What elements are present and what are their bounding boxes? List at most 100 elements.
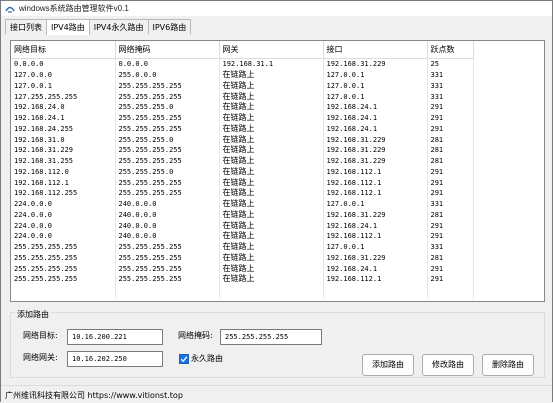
tab-interface-list[interactable]: 接口列表 bbox=[5, 19, 47, 34]
cell-netmask: 0.0.0.0 bbox=[115, 58, 220, 70]
table-row[interactable]: 0.0.0.0 0.0.0.0 192.168.31.1 192.168.31.229… bbox=[11, 58, 474, 70]
tab-ipv4-permanent-routes[interactable]: IPV4永久路由 bbox=[88, 19, 149, 34]
table-row[interactable]: 192.168.31.0 255.255.255.0 在链路上 192.168.31.… bbox=[11, 134, 474, 145]
cell-interface: 192.168.31.229 bbox=[323, 209, 428, 221]
add-route-button[interactable]: 添加路由 bbox=[362, 354, 414, 376]
tab-ipv4-routes[interactable]: IPV4路由 bbox=[46, 19, 90, 35]
cell-interface: 192.168.112.1 bbox=[323, 231, 428, 242]
cell-interface: 192.168.31.229 bbox=[323, 155, 428, 167]
column-header-gateway[interactable]: 网关 bbox=[219, 41, 324, 59]
table-row[interactable]: 255.255.255.255 255.255.255.255 在链路上 192.16… bbox=[11, 274, 474, 285]
table-row[interactable]: 192.168.112.0 255.255.255.0 在链路上 192.168.11… bbox=[11, 166, 474, 178]
table-row[interactable]: 192.168.24.0 255.255.255.0 在链路上 192.168.24.… bbox=[11, 102, 474, 113]
app-icon bbox=[5, 6, 15, 13]
column-header-metric[interactable]: 跃点数 bbox=[427, 41, 474, 59]
table-row[interactable]: 192.168.31.229 255.255.255.255 在链路上 192.168… bbox=[11, 145, 474, 156]
target-label: 网络目标: bbox=[23, 331, 58, 340]
table-row[interactable]: 224.0.0.0 240.0.0.0 在链路上 127.0.0.1 331 bbox=[11, 198, 474, 210]
cell-network-target: 255.255.255.255 bbox=[11, 274, 116, 285]
cell-metric: 281 bbox=[427, 145, 474, 156]
table-row[interactable]: 255.255.255.255 255.255.255.255 在链路上 192.16… bbox=[11, 263, 474, 274]
cell-network-target: 255.255.255.255 bbox=[11, 241, 116, 253]
permanent-route-label[interactable]: 永久路由 bbox=[191, 354, 223, 364]
cell-network-target: 224.0.0.0 bbox=[11, 198, 116, 210]
gateway-label: 网络网关: bbox=[23, 353, 58, 362]
cell-gateway: 在链路上 bbox=[219, 252, 324, 264]
empty-cell bbox=[219, 284, 324, 299]
column-header-network-target[interactable]: 网络目标 bbox=[11, 41, 116, 59]
cell-metric: 291 bbox=[427, 274, 474, 285]
cell-netmask: 255.255.255.0 bbox=[115, 102, 220, 113]
cell-network-target: 192.168.24.0 bbox=[11, 102, 116, 113]
title-bar[interactable]: windows系统路由管理软件v0.1 bbox=[1, 1, 552, 16]
table-row[interactable]: 127.255.255.255 255.255.255.255 在链路上 127.0.… bbox=[11, 91, 474, 102]
table-row[interactable]: 255.255.255.255 255.255.255.255 在链路上 127.0.… bbox=[11, 241, 474, 253]
cell-metric: 291 bbox=[427, 177, 474, 188]
cell-network-target: 192.168.31.0 bbox=[11, 134, 116, 145]
cell-gateway: 在链路上 bbox=[219, 231, 324, 242]
table-row[interactable]: 255.255.255.255 255.255.255.255 在链路上 192.16… bbox=[11, 252, 474, 264]
target-input[interactable]: 10.16.200.221 bbox=[67, 329, 163, 345]
cell-metric: 281 bbox=[427, 209, 474, 221]
cell-interface: 192.168.24.1 bbox=[323, 102, 428, 113]
permanent-route-checkbox[interactable] bbox=[179, 354, 189, 364]
cell-gateway: 在链路上 bbox=[219, 177, 324, 188]
cell-interface: 127.0.0.1 bbox=[323, 241, 428, 253]
cell-netmask: 255.255.255.255 bbox=[115, 241, 220, 253]
table-row[interactable]: 224.0.0.0 240.0.0.0 在链路上 192.168.31.229 281 bbox=[11, 209, 474, 221]
cell-interface: 127.0.0.1 bbox=[323, 80, 428, 92]
delete-route-button[interactable]: 删除路由 bbox=[482, 354, 534, 376]
cell-network-target: 192.168.24.1 bbox=[11, 112, 116, 124]
cell-network-target: 224.0.0.0 bbox=[11, 231, 116, 242]
empty-cell bbox=[323, 284, 428, 299]
cell-interface: 192.168.31.229 bbox=[323, 252, 428, 264]
cell-network-target: 127.0.0.1 bbox=[11, 80, 116, 92]
table-row[interactable]: 127.0.0.0 255.0.0.0 在链路上 127.0.0.1 331 bbox=[11, 69, 474, 81]
cell-netmask: 255.255.255.255 bbox=[115, 177, 220, 188]
cell-gateway: 在链路上 bbox=[219, 80, 324, 92]
table-row[interactable]: 192.168.112.255 255.255.255.255 在链路上 192.16… bbox=[11, 188, 474, 199]
cell-netmask: 240.0.0.0 bbox=[115, 209, 220, 221]
cell-network-target: 224.0.0.0 bbox=[11, 209, 116, 221]
cell-interface: 192.168.24.1 bbox=[323, 263, 428, 274]
cell-netmask: 255.255.255.255 bbox=[115, 188, 220, 199]
cell-gateway: 在链路上 bbox=[219, 112, 324, 124]
cell-netmask: 255.255.255.255 bbox=[115, 274, 220, 285]
cell-network-target: 192.168.31.255 bbox=[11, 155, 116, 167]
cell-netmask: 240.0.0.0 bbox=[115, 231, 220, 242]
empty-cell bbox=[427, 284, 474, 299]
empty-cell bbox=[115, 284, 220, 299]
route-table-view[interactable]: 网络目标 网络掩码 网关 接口 跃点数 0.0.0.0 0.0.0.0 192.16… bbox=[10, 40, 545, 302]
column-header-interface[interactable]: 接口 bbox=[323, 41, 428, 59]
modify-route-button[interactable]: 修改路由 bbox=[422, 354, 474, 376]
cell-interface: 192.168.24.1 bbox=[323, 112, 428, 124]
mask-input[interactable]: 255.255.255.255 bbox=[220, 329, 322, 345]
cell-metric: 331 bbox=[427, 91, 474, 102]
column-header-netmask[interactable]: 网络掩码 bbox=[115, 41, 220, 59]
cell-gateway: 在链路上 bbox=[219, 123, 324, 135]
cell-netmask: 255.255.255.255 bbox=[115, 155, 220, 167]
cell-interface: 192.168.31.229 bbox=[323, 58, 428, 70]
tab-ipv6-routes[interactable]: IPV6路由 bbox=[147, 19, 192, 34]
cell-netmask: 255.255.255.255 bbox=[115, 91, 220, 102]
table-row[interactable]: 192.168.31.255 255.255.255.255 在链路上 192.168… bbox=[11, 155, 474, 167]
gateway-input[interactable]: 10.16.202.250 bbox=[67, 351, 163, 367]
table-row[interactable]: 224.0.0.0 240.0.0.0 在链路上 192.168.24.1 291 bbox=[11, 220, 474, 231]
cell-gateway: 在链路上 bbox=[219, 198, 324, 210]
cell-metric: 25 bbox=[427, 58, 474, 70]
table-row[interactable]: 224.0.0.0 240.0.0.0 在链路上 192.168.112.1 291 bbox=[11, 231, 474, 242]
table-row[interactable]: 192.168.24.255 255.255.255.255 在链路上 192.168… bbox=[11, 123, 474, 135]
cell-interface: 192.168.24.1 bbox=[323, 220, 428, 231]
cell-netmask: 255.255.255.0 bbox=[115, 134, 220, 145]
cell-interface: 192.168.24.1 bbox=[323, 123, 428, 135]
cell-metric: 281 bbox=[427, 155, 474, 167]
cell-gateway: 在链路上 bbox=[219, 209, 324, 221]
cell-interface: 127.0.0.1 bbox=[323, 91, 428, 102]
cell-interface: 192.168.112.1 bbox=[323, 274, 428, 285]
cell-metric: 291 bbox=[427, 231, 474, 242]
table-row[interactable]: 192.168.24.1 255.255.255.255 在链路上 192.168.2… bbox=[11, 112, 474, 124]
cell-network-target: 255.255.255.255 bbox=[11, 263, 116, 274]
cell-gateway: 在链路上 bbox=[219, 102, 324, 113]
table-row[interactable]: 192.168.112.1 255.255.255.255 在链路上 192.168.… bbox=[11, 177, 474, 188]
table-row[interactable]: 127.0.0.1 255.255.255.255 在链路上 127.0.0.1 331 bbox=[11, 80, 474, 92]
